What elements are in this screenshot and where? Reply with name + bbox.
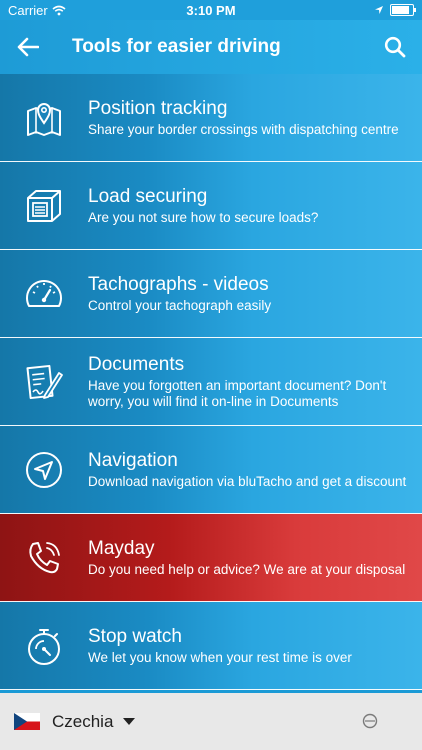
- item-subtitle: We let you know when your rest time is o…: [88, 649, 352, 665]
- item-text: Tachographs - videos Control your tachog…: [88, 274, 422, 314]
- czech-flag-icon[interactable]: [14, 713, 40, 730]
- battery-icon: [390, 4, 416, 16]
- item-title: Mayday: [88, 537, 155, 559]
- item-title: Load securing: [88, 185, 208, 207]
- item-subtitle: Share your border crossings with dispatc…: [88, 121, 399, 137]
- page-title: Tools for easier driving: [72, 36, 281, 57]
- status-right: [374, 4, 416, 16]
- speedometer-icon: [0, 250, 88, 338]
- item-title: Position tracking: [88, 97, 228, 119]
- navigation-arrow-icon: [0, 426, 88, 514]
- caret-down-icon[interactable]: [123, 718, 136, 725]
- list-item-tachographs-videos[interactable]: Tachographs - videos Control your tachog…: [0, 250, 422, 338]
- phone-ringing-icon: [0, 514, 88, 602]
- wifi-icon: [52, 5, 66, 15]
- list-item-position-tracking[interactable]: Position tracking Share your border cros…: [0, 74, 422, 162]
- brand-logo-icon: [362, 713, 378, 729]
- list-item-navigation[interactable]: Navigation Download navigation via bluTa…: [0, 426, 422, 514]
- back-button[interactable]: [0, 20, 56, 74]
- item-subtitle: Are you not sure how to secure loads?: [88, 209, 319, 225]
- item-text: Stop watch We let you know when your res…: [88, 626, 422, 666]
- item-title: Documents: [88, 353, 185, 375]
- location-arrow-icon: [375, 6, 383, 14]
- footer: Czechia: [0, 693, 422, 750]
- item-text: Mayday Do you need help or advice? We ar…: [88, 538, 422, 578]
- tools-list: Position tracking Share your border cros…: [0, 74, 422, 690]
- header: Tools for easier driving: [0, 20, 422, 74]
- item-title: Stop watch: [88, 625, 182, 647]
- cargo-box-icon: [0, 162, 88, 250]
- item-text: Position tracking Share your border cros…: [88, 98, 422, 138]
- status-bar: Carrier 3:10 PM: [0, 0, 422, 20]
- map-pin-icon: [0, 74, 88, 162]
- carrier-label: Carrier: [8, 2, 48, 18]
- item-subtitle: Download navigation via bluTacho and get…: [88, 473, 407, 489]
- arrow-left-icon: [17, 37, 39, 57]
- battery-fill: [392, 6, 409, 14]
- list-item-load-securing[interactable]: Load securing Are you not sure how to se…: [0, 162, 422, 250]
- list-item-stop-watch[interactable]: Stop watch We let you know when your res…: [0, 602, 422, 690]
- item-subtitle: Have you forgotten an important document…: [88, 377, 387, 409]
- status-left: Carrier: [8, 3, 66, 18]
- item-text: Load securing Are you not sure how to se…: [88, 186, 422, 226]
- item-subtitle: Control your tachograph easily: [88, 297, 272, 313]
- search-button[interactable]: [368, 20, 422, 74]
- item-text: Navigation Download navigation via bluTa…: [88, 450, 422, 490]
- document-icon: [0, 338, 88, 426]
- item-title: Tachographs - videos: [88, 273, 269, 295]
- list-item-mayday[interactable]: Mayday Do you need help or advice? We ar…: [0, 514, 422, 602]
- stopwatch-icon: [0, 602, 88, 690]
- item-text: Documents Have you forgotten an importan…: [88, 354, 422, 410]
- list-item-documents[interactable]: Documents Have you forgotten an importan…: [0, 338, 422, 426]
- item-title: Navigation: [88, 449, 178, 471]
- search-icon: [384, 36, 406, 58]
- country-selector[interactable]: Czechia: [52, 712, 113, 732]
- item-subtitle: Do you need help or advice? We are at yo…: [88, 561, 406, 577]
